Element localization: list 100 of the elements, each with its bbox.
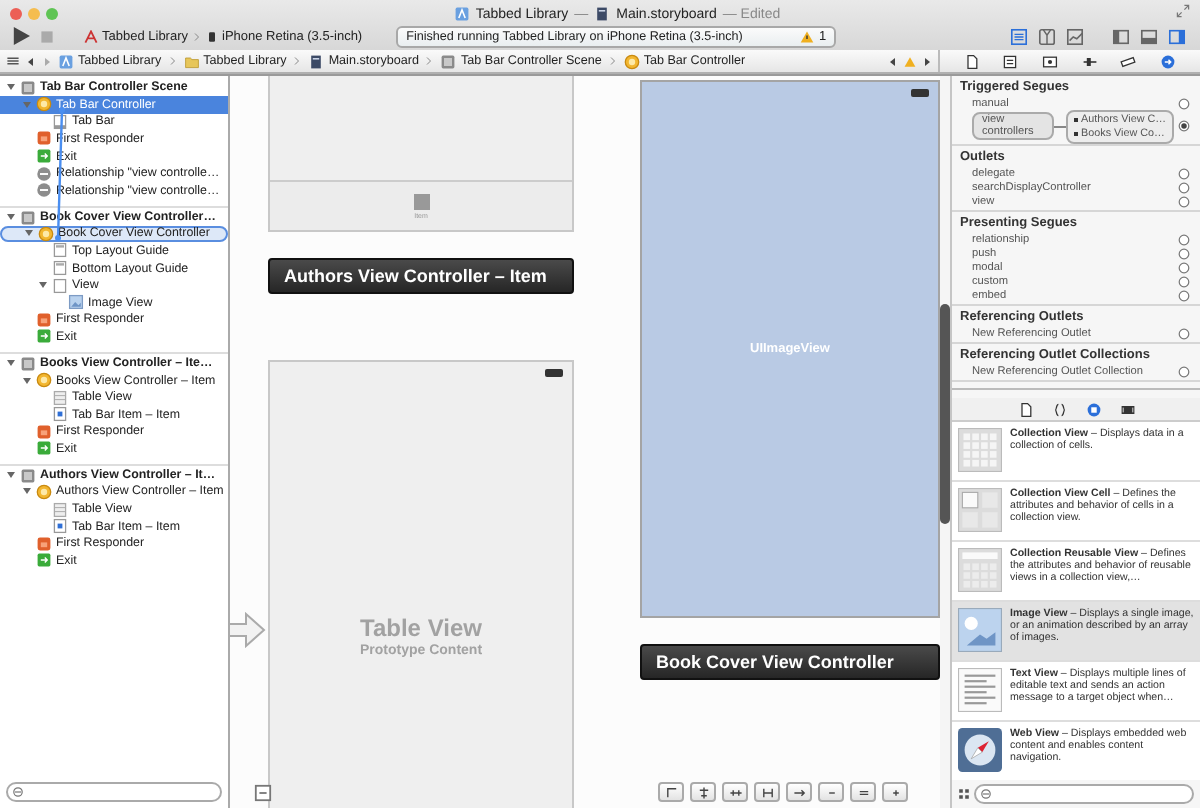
constraints-icon (759, 785, 775, 799)
connection-circle[interactable] (1178, 247, 1190, 259)
scene-icon (20, 209, 36, 226)
canvas-tool-button[interactable] (722, 782, 748, 802)
controller-icon (38, 225, 54, 242)
exit-icon (36, 328, 52, 345)
zoom-in-icon (887, 785, 903, 799)
controller-icon (36, 483, 52, 500)
connection-circle[interactable] (1178, 167, 1190, 179)
connection-circle[interactable] (1178, 275, 1190, 287)
disclosure-triangle[interactable] (22, 486, 32, 497)
stop-icon (40, 29, 54, 43)
scene-icon (20, 79, 36, 95)
align-icon (695, 785, 711, 799)
back-icon[interactable] (888, 55, 898, 67)
connection-circle[interactable] (1178, 327, 1190, 339)
disclosure-triangle[interactable] (38, 280, 48, 291)
image-icon (68, 294, 84, 311)
scene-icon (20, 467, 36, 484)
disclosure-triangle[interactable] (22, 375, 32, 386)
disclosure-triangle[interactable] (6, 470, 16, 481)
connection-circle[interactable] (1178, 261, 1190, 273)
disclosure-triangle[interactable] (6, 358, 16, 369)
connection-circle[interactable] (1178, 289, 1190, 301)
run-button[interactable] (12, 26, 30, 46)
connection-wire (1054, 125, 1066, 127)
list-icon[interactable] (6, 54, 20, 68)
canvas-tool-button[interactable] (786, 782, 812, 802)
disclosure-triangle[interactable] (6, 212, 16, 223)
cube-icon (36, 535, 52, 552)
exit-icon (36, 148, 52, 165)
cube-icon (36, 423, 52, 440)
folder-icon (183, 53, 200, 69)
compass-icon (958, 728, 1002, 772)
project-icon (58, 53, 74, 69)
connection-circle[interactable] (1178, 120, 1190, 132)
square-icon (413, 193, 429, 209)
canvas-tool-button[interactable] (690, 782, 716, 802)
graph-icon (1065, 27, 1083, 45)
panel-toggle[interactable] (1164, 25, 1188, 47)
close-button[interactable] (10, 7, 22, 19)
canvas-tool-button[interactable] (658, 782, 684, 802)
back-icon[interactable] (26, 55, 36, 67)
pin-icon (663, 785, 679, 799)
library-tab[interactable] (1017, 401, 1033, 417)
scene-icon (20, 355, 36, 372)
disclosure-triangle[interactable] (6, 82, 16, 92)
image-icon (958, 608, 1002, 652)
filter-field[interactable] (974, 784, 1194, 804)
scroll-bar[interactable] (940, 304, 950, 524)
editor-mode-button[interactable] (1006, 25, 1030, 47)
connection-circle[interactable] (1178, 181, 1190, 193)
table-icon (52, 501, 68, 518)
scene-label: Authors View Controller – Item (268, 258, 574, 294)
editor-mode-button[interactable] (1062, 25, 1086, 47)
left-panel-icon (1111, 27, 1129, 45)
inspector-tab[interactable] (1081, 53, 1098, 69)
inspector-tab[interactable] (1042, 53, 1059, 69)
zoom-reset-icon (855, 785, 871, 799)
film-icon (1119, 401, 1135, 417)
forward-icon[interactable] (922, 55, 932, 67)
library-tab[interactable] (1051, 401, 1067, 417)
filter-field[interactable] (6, 782, 222, 802)
chevron-icon (424, 54, 435, 68)
controller-icon (36, 96, 52, 113)
connection-circle[interactable] (1178, 195, 1190, 207)
battery-icon (544, 368, 564, 378)
view-icon (52, 277, 68, 294)
panel-toggle[interactable] (1108, 25, 1132, 47)
library-tab[interactable] (1119, 401, 1135, 417)
canvas-tool-button[interactable] (850, 782, 876, 802)
disclosure-triangle[interactable] (24, 228, 34, 239)
canvas-tool-button[interactable] (882, 782, 908, 802)
connection-circle[interactable] (1178, 233, 1190, 245)
inspector-tab[interactable] (1120, 53, 1137, 69)
project-icon (453, 6, 470, 22)
scene-label: Book Cover View Controller (640, 644, 940, 680)
controller-icon (623, 53, 640, 69)
ruler-icon (1120, 53, 1137, 69)
document-icon[interactable] (254, 784, 272, 802)
grid-icon[interactable] (958, 788, 970, 800)
editor-mode-button[interactable] (1034, 25, 1058, 47)
cube-icon (1085, 401, 1101, 417)
grid-icon (958, 548, 1002, 592)
file-icon (963, 53, 980, 69)
arrow-circle-icon (1160, 53, 1177, 69)
file-icon (1017, 401, 1033, 417)
exit-icon (36, 552, 52, 569)
panel-toggle[interactable] (1136, 25, 1160, 47)
connection-circle[interactable] (1178, 97, 1190, 109)
inspector-tab[interactable] (963, 53, 980, 69)
list-icon (1002, 53, 1019, 69)
canvas-tool-button[interactable] (754, 782, 780, 802)
bottom-panel-icon (1139, 27, 1157, 45)
right-panel-icon (1167, 27, 1185, 45)
connection-circle[interactable] (1178, 365, 1190, 377)
inspector-tab[interactable] (1002, 53, 1019, 69)
fullscreen-icon[interactable] (1176, 4, 1190, 18)
text-lines-icon (958, 668, 1002, 712)
resize-icon (727, 785, 743, 799)
